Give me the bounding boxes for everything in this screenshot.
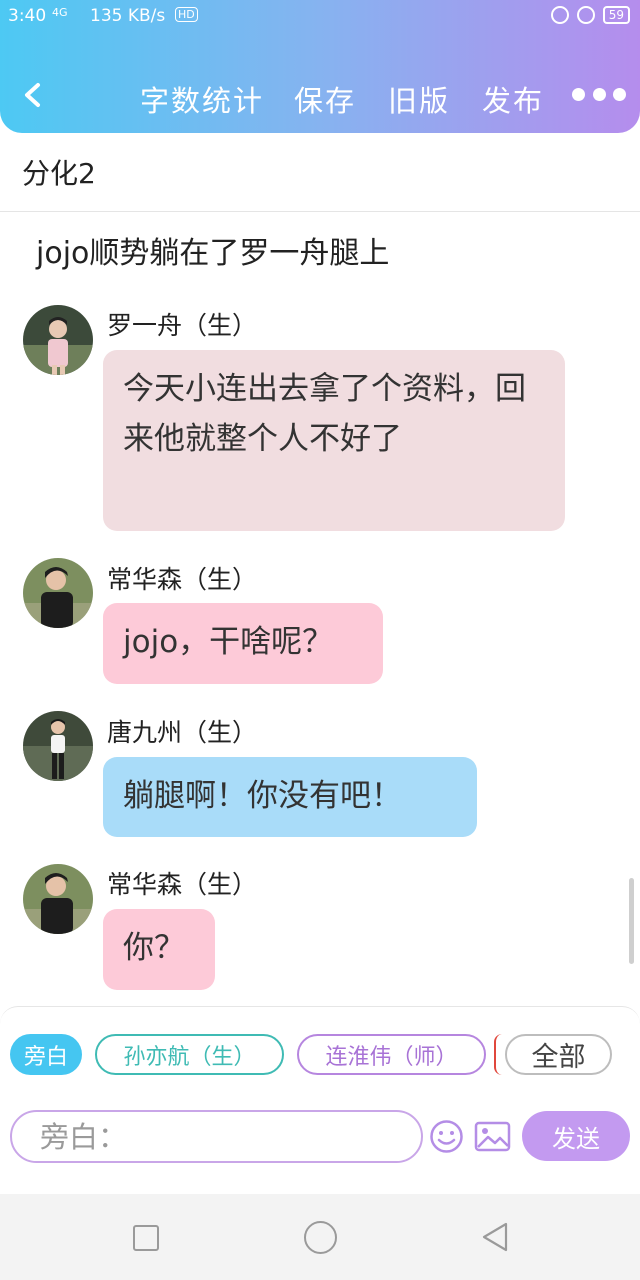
chevron-left-icon: [25, 83, 40, 107]
word-count-button[interactable]: 字数统计: [140, 78, 264, 120]
alarm-icon: [576, 6, 595, 24]
message-bubble[interactable]: 今天小连出去拿了个资料，回来他就整个人不好了: [103, 350, 565, 531]
person-avatar-icon: [23, 711, 93, 781]
image-icon: [474, 1121, 511, 1152]
message-input-wrapper: [10, 1110, 423, 1163]
person-avatar-icon: [23, 864, 93, 934]
sender-name: 常华森（生）: [107, 870, 258, 899]
role-chip-partial[interactable]: [494, 1034, 502, 1075]
sender-name: 罗一舟（生）: [107, 311, 258, 340]
back-triangle-icon[interactable]: [480, 1221, 510, 1253]
message-bubble[interactable]: 你？: [103, 909, 215, 990]
network-speed: 135 KB/s: [90, 6, 166, 26]
person-avatar-icon: [23, 305, 93, 375]
role-chip-sun[interactable]: 孙亦航（生）: [95, 1034, 284, 1075]
hd-badge: HD: [175, 7, 198, 22]
status-time: 3:40: [8, 6, 47, 26]
message-input[interactable]: [12, 1112, 421, 1161]
smile-icon: [430, 1120, 463, 1153]
divider: [0, 211, 640, 212]
document-title[interactable]: 分化2: [22, 152, 96, 192]
old-version-button[interactable]: 旧版: [388, 78, 450, 120]
role-chip-all[interactable]: 全部: [505, 1034, 612, 1075]
avatar-chang[interactable]: [23, 558, 93, 628]
status-icons: 59: [550, 6, 630, 24]
top-header: 3:40 4G 135 KB/s HD 59 字数统计 保存 旧版 发布: [0, 0, 640, 133]
status-bar: 3:40 4G 135 KB/s HD 59: [0, 0, 640, 34]
message-bubble[interactable]: jojo，干啥呢？: [103, 603, 383, 684]
person-avatar-icon: [23, 558, 93, 628]
signal-indicator: 4G: [52, 6, 68, 19]
recent-apps-icon[interactable]: [133, 1225, 159, 1251]
avatar-tang[interactable]: [23, 711, 93, 781]
home-icon[interactable]: [304, 1221, 337, 1254]
send-button[interactable]: 发送: [522, 1111, 630, 1161]
more-dot-icon: [613, 88, 626, 101]
lock-icon: [550, 6, 569, 24]
narration-text[interactable]: jojo顺势躺在了罗一舟腿上: [36, 228, 389, 272]
more-dot-icon: [572, 88, 585, 101]
battery-indicator: 59: [602, 6, 630, 24]
avatar-luo[interactable]: [23, 305, 93, 375]
save-button[interactable]: 保存: [294, 78, 356, 120]
role-chip-lian[interactable]: 连淮伟（师）: [297, 1034, 486, 1075]
sender-name: 常华森（生）: [107, 565, 258, 594]
scrollbar[interactable]: [629, 878, 634, 964]
publish-button[interactable]: 发布: [482, 78, 544, 120]
back-button[interactable]: [18, 80, 48, 110]
sender-name: 唐九州（生）: [107, 718, 258, 747]
role-chip-narrator[interactable]: 旁白: [10, 1034, 82, 1075]
message-bubble[interactable]: 躺腿啊！你没有吧！: [103, 757, 477, 837]
avatar-chang[interactable]: [23, 864, 93, 934]
image-button[interactable]: [474, 1121, 511, 1152]
more-dot-icon: [592, 88, 606, 101]
emoji-button[interactable]: [429, 1119, 464, 1154]
more-options-button[interactable]: [572, 88, 626, 104]
